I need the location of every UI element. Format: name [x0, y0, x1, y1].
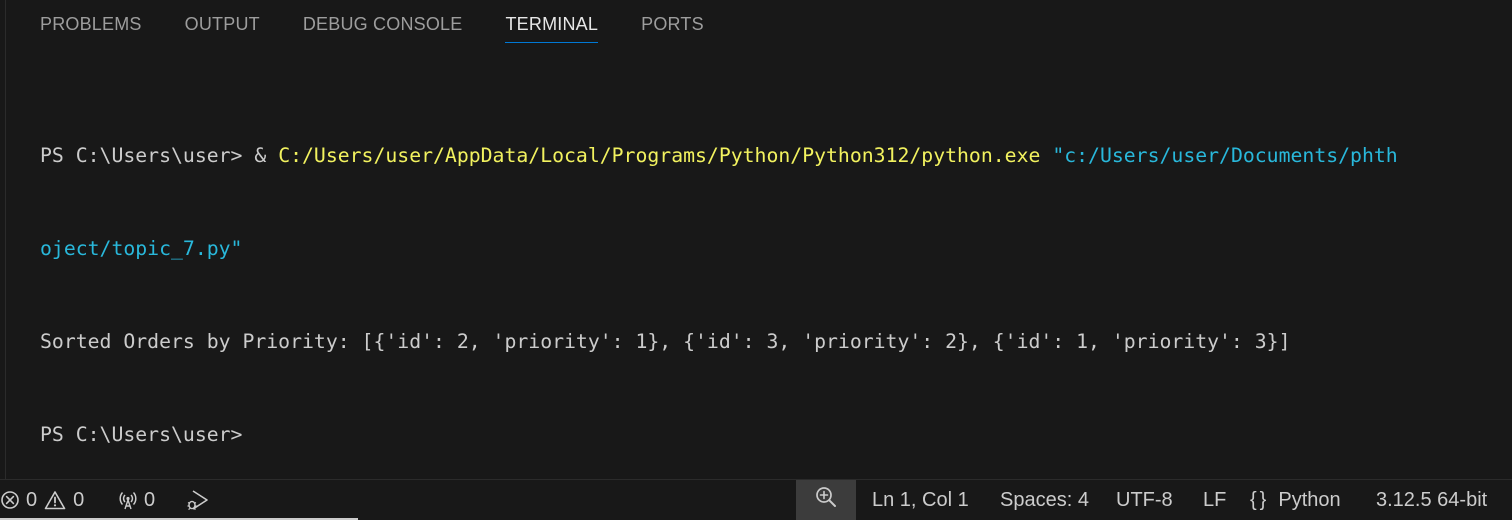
- terminal-prompt-current: PS C:\Users\user>: [40, 423, 243, 446]
- indentation-label: Spaces: 4: [1000, 488, 1089, 511]
- error-circle-icon: [0, 490, 20, 510]
- status-bar: 0 0 0 Ln 1, Col 1 Spaces: 4 UTF-8 LF {} …: [0, 479, 1512, 520]
- debug-run-button[interactable]: [185, 480, 211, 520]
- panel-tab-bar: PROBLEMS OUTPUT DEBUG CONSOLE TERMINAL P…: [40, 0, 747, 48]
- encoding-label: UTF-8: [1116, 488, 1173, 511]
- program-output: Sorted Orders by Priority: [{'id': 2, 'p…: [40, 330, 1291, 353]
- terminal-line-prompt: PS C:\Users\user>: [40, 419, 1512, 450]
- debug-run-icon: [185, 488, 211, 512]
- zoom-in-icon: [814, 485, 838, 515]
- warning-count: 0: [73, 488, 85, 511]
- interpreter-label: 3.12.5 64-bit: [1376, 488, 1488, 511]
- terminal-line-wrap: oject/topic_7.py": [40, 233, 1512, 264]
- cursor-position-label: Ln 1, Col 1: [872, 488, 969, 511]
- zoom-button[interactable]: [796, 480, 856, 520]
- cursor-position[interactable]: Ln 1, Col 1: [872, 480, 969, 520]
- tab-problems[interactable]: PROBLEMS: [40, 0, 142, 34]
- panel-left-border: [0, 0, 6, 480]
- problems-status[interactable]: 0 0: [0, 480, 84, 520]
- ports-status[interactable]: 0: [116, 480, 155, 520]
- terminal-line-output: Sorted Orders by Priority: [{'id': 2, 'p…: [40, 326, 1512, 357]
- python-executable-path: C:/Users/user/AppData/Local/Programs/Pyt…: [278, 144, 1041, 167]
- braces-icon: {}: [1250, 488, 1270, 511]
- indentation-status[interactable]: Spaces: 4: [1000, 480, 1089, 520]
- language-label: Python: [1278, 488, 1341, 511]
- eol-label: LF: [1203, 488, 1227, 511]
- terminal-output[interactable]: PS C:\Users\user> & C:/Users/user/AppDat…: [40, 78, 1512, 468]
- ports-count: 0: [144, 488, 156, 511]
- warning-triangle-icon: [44, 490, 66, 510]
- tab-debug-console[interactable]: DEBUG CONSOLE: [303, 0, 463, 34]
- tab-output[interactable]: OUTPUT: [185, 0, 260, 34]
- script-path-argument: "c:/Users/user/Documents/phth: [1052, 144, 1398, 167]
- encoding-status[interactable]: UTF-8: [1116, 480, 1173, 520]
- tab-terminal[interactable]: TERMINAL: [505, 0, 598, 43]
- eol-status[interactable]: LF: [1203, 480, 1226, 520]
- terminal-prompt: PS C:\Users\user> &: [40, 144, 279, 167]
- script-path-argument-continued: oject/topic_7.py": [40, 237, 243, 260]
- tab-ports[interactable]: PORTS: [641, 0, 704, 34]
- broadcast-icon: [116, 489, 140, 511]
- terminal-line-command: PS C:\Users\user> & C:/Users/user/AppDat…: [40, 140, 1512, 171]
- error-count: 0: [26, 488, 38, 511]
- language-mode[interactable]: {} Python: [1250, 480, 1341, 520]
- python-interpreter[interactable]: 3.12.5 64-bit: [1376, 480, 1487, 520]
